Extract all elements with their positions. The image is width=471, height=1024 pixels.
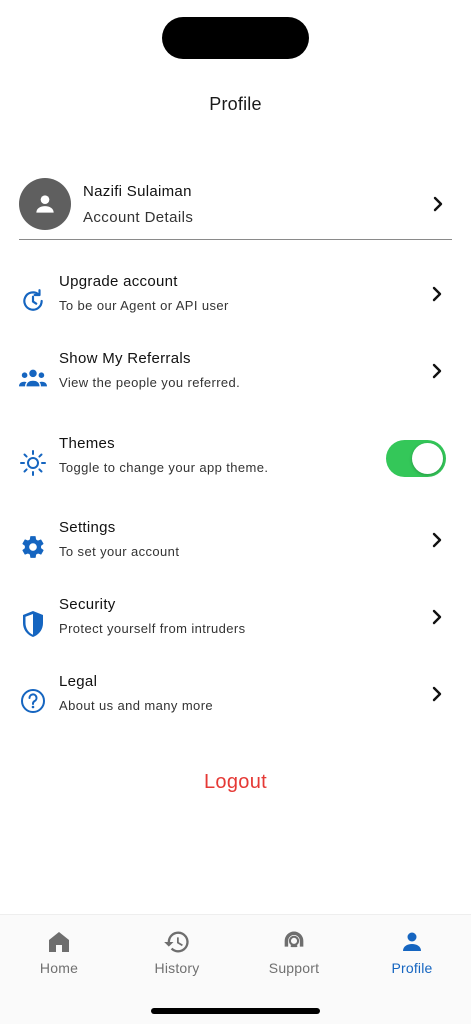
help-circle-icon (19, 687, 47, 715)
logout-button[interactable]: Logout (0, 771, 471, 794)
menu-item-referrals[interactable]: Show My Referrals View the people you re… (0, 348, 471, 408)
support-icon (235, 927, 353, 957)
person-icon (353, 927, 471, 957)
menu-item-label: Themes (59, 435, 115, 452)
account-subtitle: Account Details (83, 209, 194, 226)
chevron-right-icon (428, 194, 448, 214)
gear-icon (19, 533, 47, 561)
tab-support[interactable]: Support (235, 927, 353, 987)
tab-label: Home (39, 960, 79, 976)
shield-icon (19, 610, 47, 638)
menu-item-upgrade-account[interactable]: Upgrade account To be our Agent or API u… (0, 271, 471, 331)
menu-item-desc: Protect yourself from intruders (59, 621, 246, 636)
tab-history[interactable]: History (118, 927, 236, 987)
upgrade-icon (19, 287, 47, 315)
menu-item-label: Legal (59, 673, 98, 690)
menu-item-label: Security (59, 596, 116, 613)
menu-item-desc: To be our Agent or API user (59, 298, 229, 313)
chevron-right-icon (427, 530, 447, 550)
menu-item-settings[interactable]: Settings To set your account (0, 517, 471, 577)
chevron-right-icon (427, 361, 447, 381)
menu-item-desc: To set your account (59, 544, 180, 559)
dynamic-island (162, 17, 309, 59)
menu-item-label: Settings (59, 519, 116, 536)
menu-item-security[interactable]: Security Protect yourself from intruders (0, 594, 471, 654)
tab-profile[interactable]: Profile (353, 927, 471, 987)
people-icon (19, 364, 47, 392)
menu-item-legal[interactable]: Legal About us and many more (0, 671, 471, 731)
menu-item-desc: About us and many more (59, 698, 214, 713)
tab-label: History (154, 960, 200, 976)
chevron-right-icon (427, 607, 447, 627)
theme-toggle[interactable] (386, 440, 446, 477)
menu-item-themes: Themes Toggle to change your app theme. (0, 433, 471, 493)
person-icon (36, 195, 54, 213)
menu-item-label: Show My Referrals (59, 350, 191, 367)
history-icon (118, 927, 236, 957)
account-name: Nazifi Sulaiman (83, 183, 192, 200)
chevron-right-icon (427, 684, 447, 704)
menu-item-desc: Toggle to change your app theme. (59, 460, 269, 475)
home-indicator (151, 1008, 320, 1014)
sun-icon (19, 449, 47, 477)
toggle-knob (412, 443, 443, 474)
tab-home[interactable]: Home (0, 927, 118, 987)
page-title: Profile (209, 94, 262, 114)
chevron-right-icon (427, 284, 447, 304)
menu-item-label: Upgrade account (59, 273, 178, 290)
tab-label: Support (268, 960, 320, 976)
tab-label: Profile (391, 960, 433, 976)
home-icon (0, 927, 118, 957)
menu-item-desc: View the people you referred. (59, 375, 241, 390)
avatar (19, 178, 71, 230)
account-details-row[interactable]: Nazifi Sulaiman Account Details (19, 178, 452, 240)
